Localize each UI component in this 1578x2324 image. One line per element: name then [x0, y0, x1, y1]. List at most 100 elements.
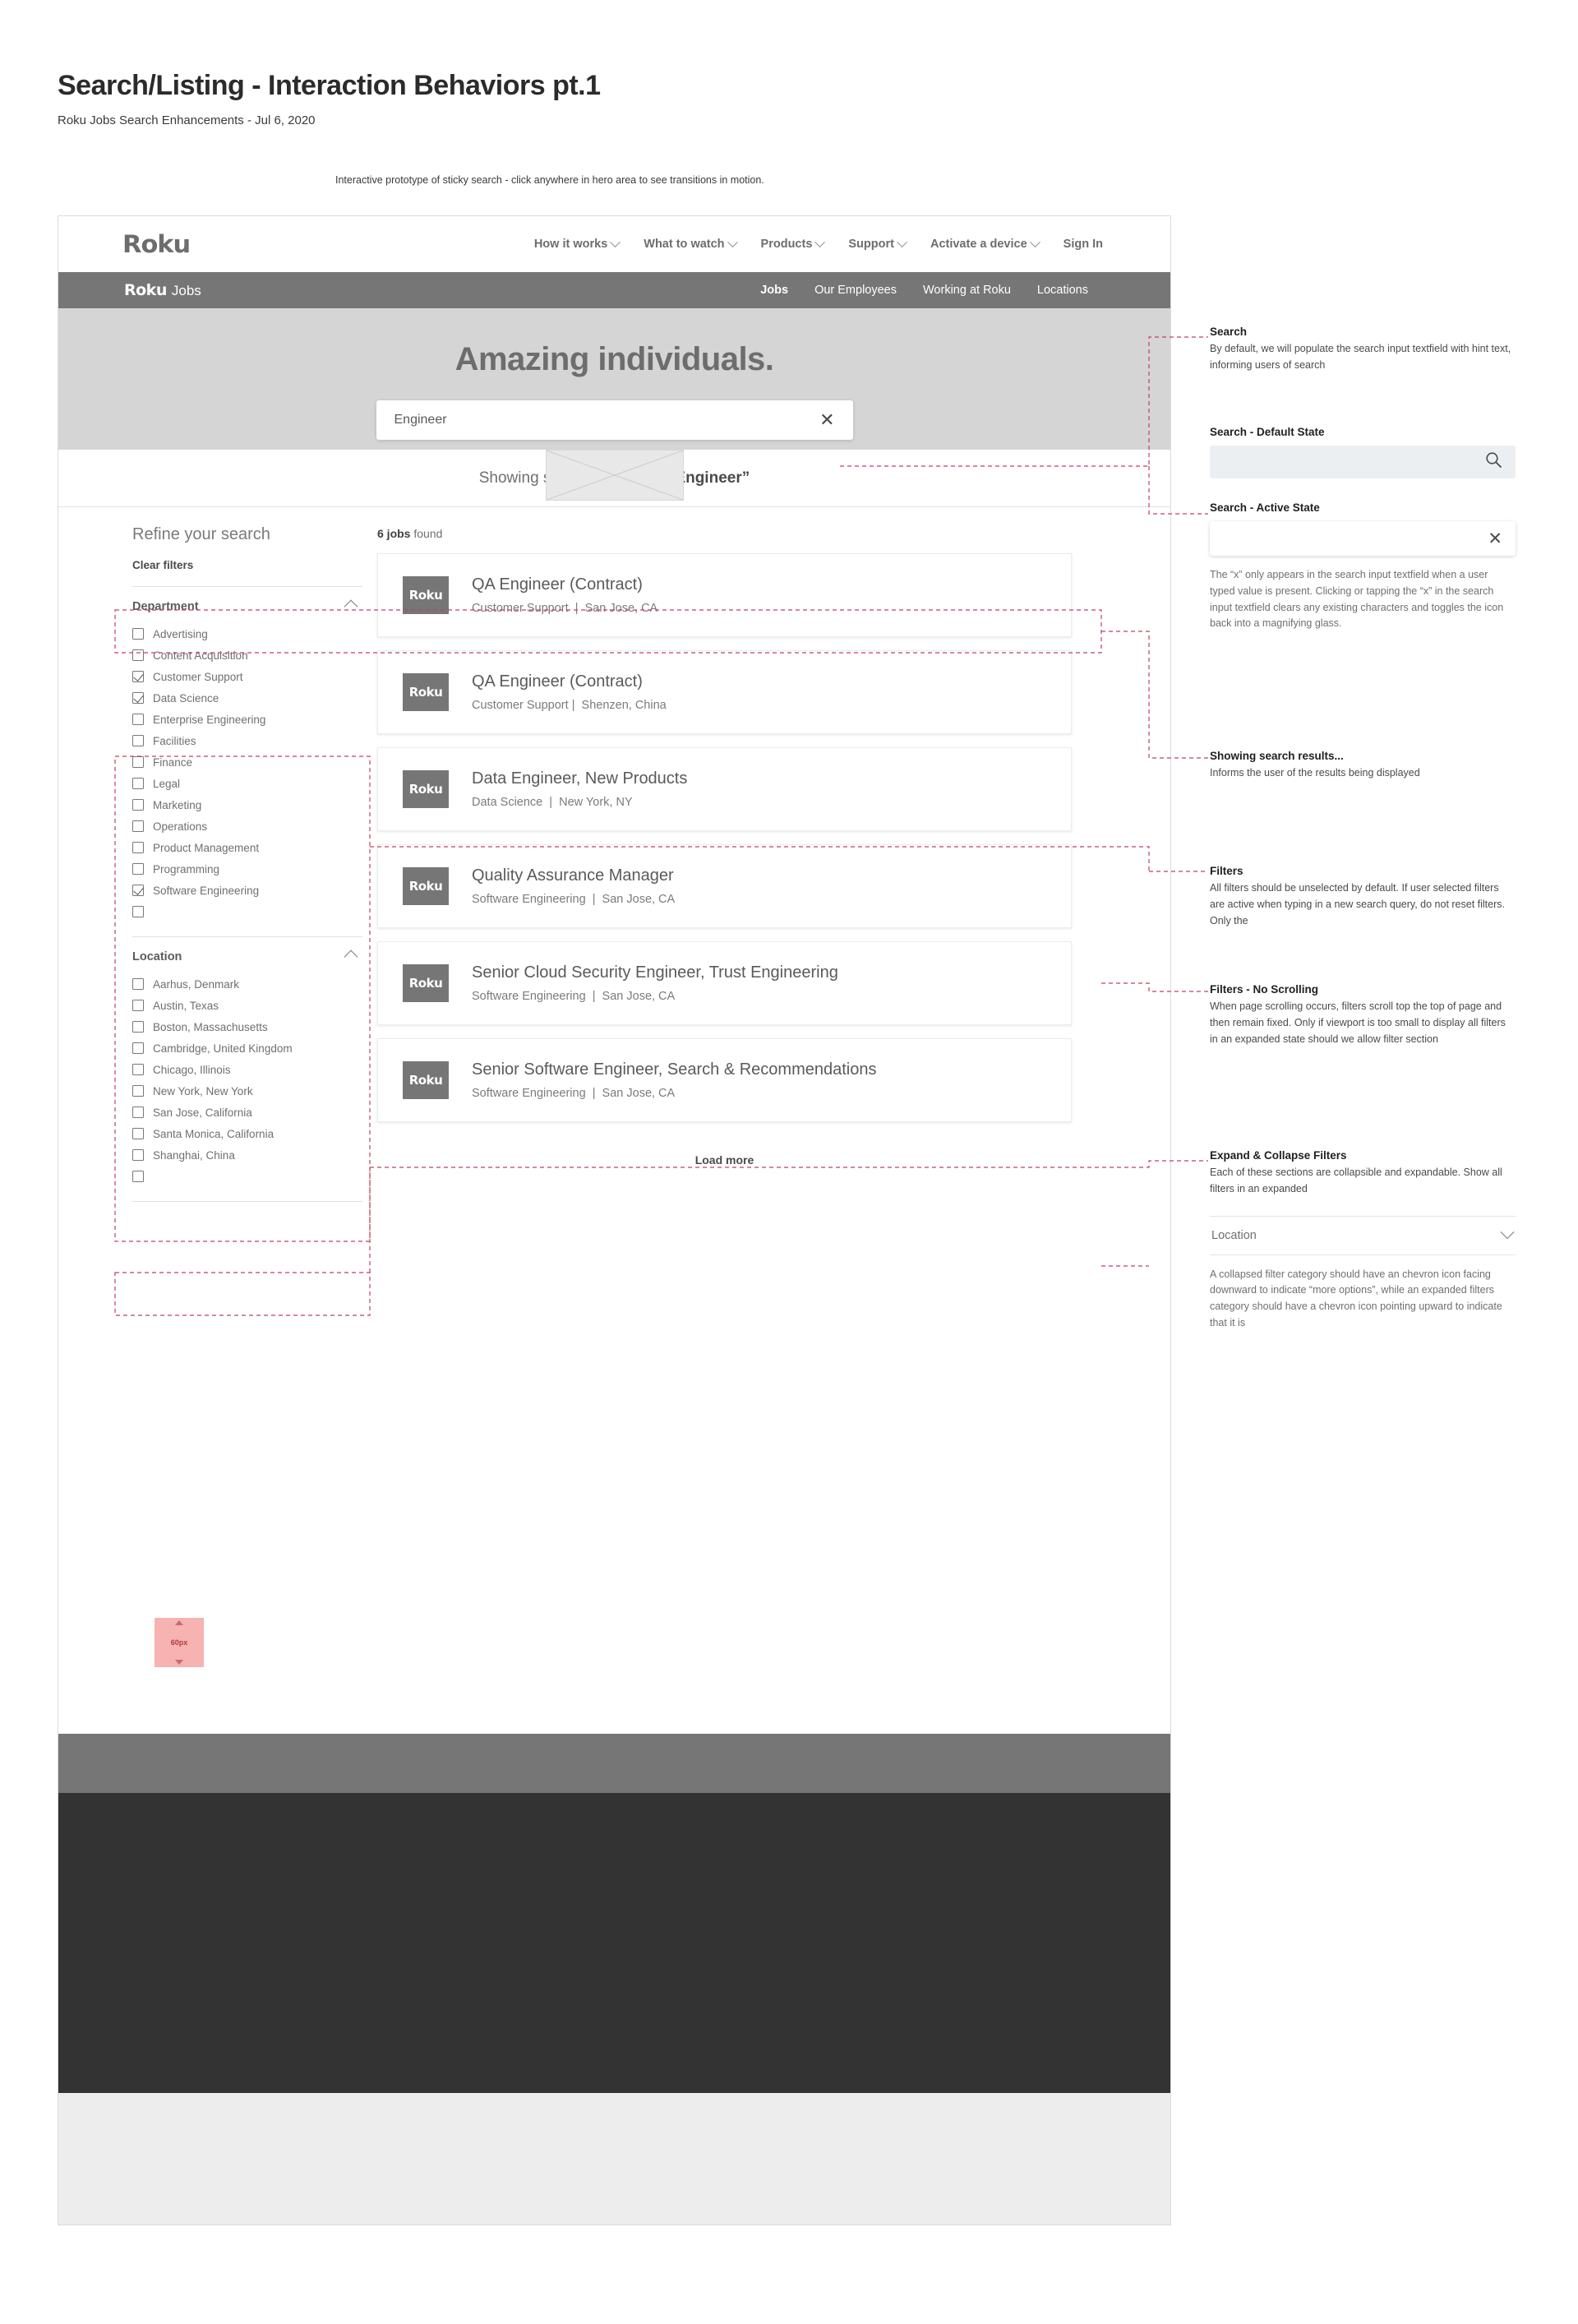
filter-option[interactable]: Finance — [132, 751, 362, 773]
search-field-active-demo[interactable]: ✕ — [1210, 521, 1516, 556]
checkbox[interactable] — [132, 905, 144, 917]
hero-section[interactable]: Amazing individuals. Engineer ✕ — [58, 308, 1170, 501]
filter-option[interactable]: Facilities — [132, 730, 362, 751]
filter-option[interactable]: Product Management — [132, 837, 362, 858]
page-title: Search/Listing - Interaction Behaviors p… — [58, 70, 601, 101]
jobs-nav-item-jobs[interactable]: Jobs — [760, 284, 788, 297]
filter-section-title: Department — [132, 600, 199, 613]
roku-jobs-logo[interactable]: Roku Jobs — [124, 281, 201, 299]
checkbox[interactable] — [132, 778, 144, 789]
checkbox[interactable] — [132, 799, 144, 811]
roku-wordmark: Roku — [124, 281, 167, 299]
job-card[interactable]: Roku QA Engineer (Contract) Customer Sup… — [377, 650, 1072, 734]
nav-label: Products — [760, 238, 813, 251]
checkbox[interactable] — [132, 820, 144, 832]
checkbox[interactable] — [132, 1064, 144, 1075]
job-location: San Jose, CA — [602, 893, 676, 906]
filter-option[interactable]: Cambridge, United Kingdom — [132, 1037, 362, 1059]
checkbox[interactable] — [132, 1000, 144, 1011]
collapsed-filter-header[interactable]: Location — [1210, 1217, 1516, 1254]
filter-option[interactable]: Chicago, Illinois — [132, 1059, 362, 1080]
filter-option[interactable] — [132, 901, 362, 922]
checkbox[interactable] — [132, 1170, 144, 1182]
nav-item-sign-in[interactable]: Sign In — [1064, 238, 1103, 251]
nav-item-how-it-works[interactable]: How it works — [534, 236, 621, 251]
annotation-heading: Filters - No Scrolling — [1210, 983, 1319, 996]
filter-option[interactable]: Boston, Massachusetts — [132, 1016, 362, 1037]
footer-light-band — [58, 2093, 1170, 2225]
nav-item-activate-a-device[interactable]: Activate a device — [930, 236, 1040, 251]
filter-option[interactable]: Legal — [132, 773, 362, 794]
filter-section-header-department[interactable]: Department — [132, 587, 362, 623]
image-placeholder-cross-icon — [546, 450, 683, 500]
filter-option[interactable]: Advertising — [132, 623, 362, 645]
filter-option[interactable]: Data Science — [132, 687, 362, 709]
roku-logo-thumbnail: Roku — [403, 576, 449, 614]
job-card[interactable]: Roku Data Engineer, New Products Data Sc… — [377, 747, 1072, 831]
close-x-icon[interactable]: ✕ — [819, 411, 834, 429]
filter-section-header-location[interactable]: Location — [132, 937, 362, 973]
filter-options-department: Advertising Content Acquisition Customer… — [132, 623, 362, 922]
filter-option[interactable]: Austin, Texas — [132, 995, 362, 1016]
hero-search-field[interactable]: Engineer ✕ — [376, 400, 853, 440]
checkbox[interactable] — [132, 714, 144, 725]
jobs-sub-nav: Roku Jobs Jobs Our Employees Working at … — [58, 272, 1170, 308]
clear-filters-button[interactable]: Clear filters — [132, 559, 362, 571]
checkbox[interactable] — [132, 863, 144, 875]
job-card[interactable]: Roku Senior Software Engineer, Search & … — [377, 1038, 1072, 1122]
checkbox[interactable] — [132, 1149, 144, 1161]
roku-logo[interactable]: Roku — [122, 230, 191, 258]
filter-option[interactable]: Marketing — [132, 794, 362, 815]
filter-option[interactable]: San Jose, California — [132, 1102, 362, 1123]
checkbox[interactable] — [132, 1042, 144, 1054]
checkbox[interactable] — [132, 756, 144, 768]
filter-option[interactable]: Programming — [132, 858, 362, 880]
chevron-down-icon — [1029, 236, 1040, 247]
nav-item-support[interactable]: Support — [848, 236, 907, 251]
job-location: San Jose, CA — [602, 1087, 676, 1100]
filter-option[interactable] — [132, 1166, 362, 1186]
filter-options-location: Aarhus, Denmark Austin, Texas Boston, Ma… — [132, 973, 362, 1186]
annotation-search-active-state: Search - Active State ✕ The “x” only app… — [1210, 501, 1516, 632]
roku-logo-thumbnail: Roku — [403, 867, 449, 905]
checkbox[interactable] — [132, 1128, 144, 1139]
load-more-button[interactable]: Load more — [377, 1153, 1072, 1167]
close-x-icon[interactable]: ✕ — [1488, 530, 1502, 548]
job-card[interactable]: Roku QA Engineer (Contract) Customer Sup… — [377, 553, 1072, 637]
filter-option[interactable]: Software Engineering — [132, 880, 362, 901]
results-layout: Refine your search Clear filters Departm… — [58, 507, 1170, 1202]
jobs-nav-item-working-at-roku[interactable]: Working at Roku — [923, 284, 1011, 297]
job-card-text: Senior Software Engineer, Search & Recom… — [472, 1060, 877, 1100]
jobs-nav-item-our-employees[interactable]: Our Employees — [814, 284, 897, 297]
annotation-filters-no-scrolling: Filters - No Scrolling When page scrolli… — [1210, 983, 1516, 1047]
hero-headline: Amazing individuals. — [454, 341, 774, 377]
nav-item-what-to-watch[interactable]: What to watch — [644, 236, 738, 251]
nav-item-products[interactable]: Products — [760, 236, 826, 251]
filter-option[interactable]: Aarhus, Denmark — [132, 973, 362, 995]
search-input-value[interactable]: Engineer — [394, 413, 447, 427]
checkbox[interactable] — [132, 1107, 144, 1118]
job-card[interactable]: Roku Quality Assurance Manager Software … — [377, 844, 1072, 928]
checkbox[interactable] — [132, 649, 144, 661]
checkbox[interactable] — [132, 1021, 144, 1033]
jobs-count-value: 6 jobs — [377, 527, 411, 540]
filter-option[interactable]: New York, New York — [132, 1080, 362, 1102]
checkbox[interactable] — [132, 1085, 144, 1097]
checkbox[interactable] — [132, 628, 144, 640]
filter-option[interactable]: Santa Monica, California — [132, 1123, 362, 1144]
jobs-nav-item-locations[interactable]: Locations — [1037, 284, 1088, 297]
checkbox[interactable] — [132, 978, 144, 990]
filter-option[interactable]: Shanghai, China — [132, 1144, 362, 1166]
filter-option[interactable]: Enterprise Engineering — [132, 709, 362, 730]
filter-option[interactable]: Operations — [132, 815, 362, 837]
checkbox[interactable] — [132, 842, 144, 853]
checkbox-checked[interactable] — [132, 671, 144, 682]
search-field-default-demo[interactable] — [1210, 446, 1516, 478]
filter-option[interactable]: Customer Support — [132, 666, 362, 687]
job-card[interactable]: Roku Senior Cloud Security Engineer, Tru… — [377, 941, 1072, 1025]
checkbox-checked[interactable] — [132, 692, 144, 704]
checkbox[interactable] — [132, 735, 144, 746]
filter-option[interactable]: Content Acquisition — [132, 645, 362, 666]
checkbox-checked[interactable] — [132, 885, 144, 896]
magnifying-glass-icon[interactable] — [1485, 451, 1502, 473]
